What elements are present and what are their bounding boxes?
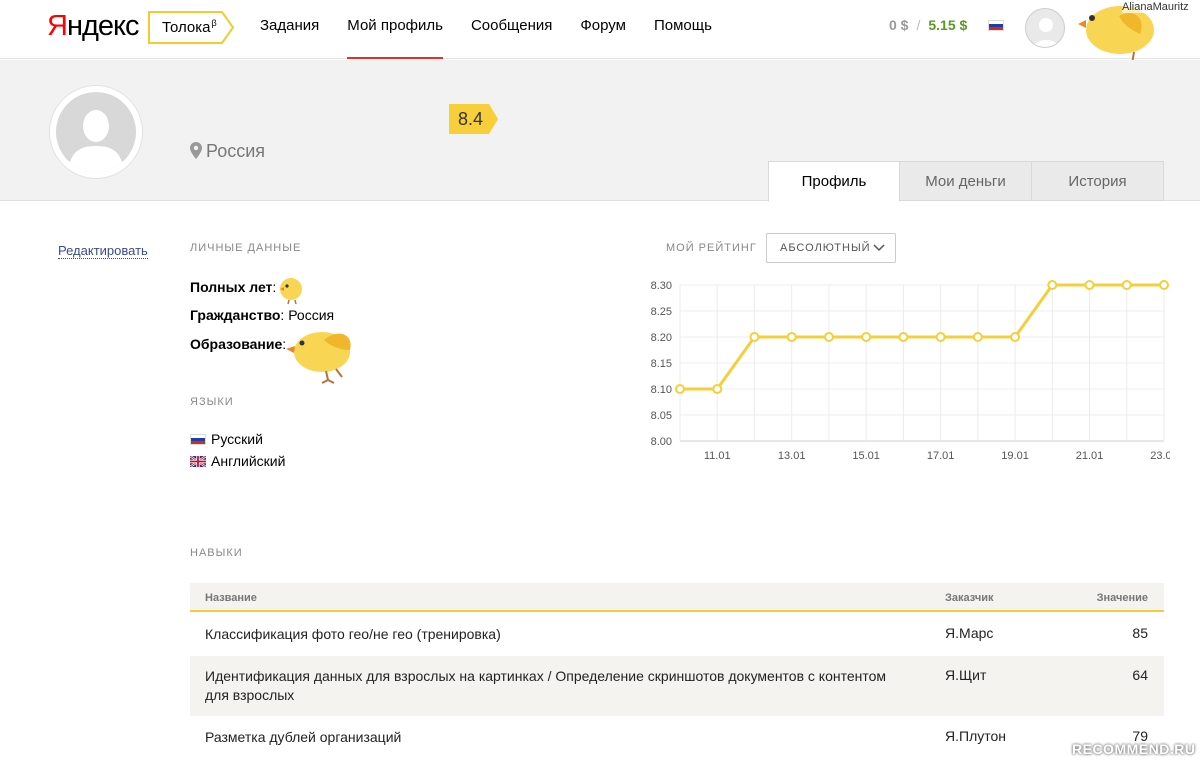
rating-point <box>935 332 946 342</box>
y-tick-label: 8.15 <box>651 358 672 370</box>
skill-name: Идентификация данных для взрослых на кар… <box>205 668 887 703</box>
page: Яндекс Толокаβ Задания Мой профиль Сообщ… <box>0 0 1200 769</box>
table-row: Классификация фото гео/не гео (тренировк… <box>190 612 1164 656</box>
nav-messages[interactable]: Сообщения <box>471 0 552 59</box>
rating-type-select[interactable]: АБСОЛЮТНЫЙ <box>766 233 896 263</box>
rating-value: 8.4 <box>458 109 484 129</box>
balance-blocked: 0 $ <box>889 17 909 33</box>
balance-available: 5.15 $ <box>928 17 968 33</box>
y-tick-label: 8.10 <box>651 384 672 396</box>
education-field: Образование: <box>190 336 287 352</box>
profile-location: Россия <box>190 141 265 162</box>
y-tick-label: 8.05 <box>651 410 672 422</box>
column-header-customer[interactable]: Заказчик <box>945 592 993 604</box>
rating-point <box>823 332 834 342</box>
tab-my-money[interactable]: Мои деньги <box>900 161 1032 201</box>
table-row: Идентификация данных для взрослых на кар… <box>190 656 1164 716</box>
beta-mark: β <box>211 18 217 28</box>
skill-name: Разметка дублей организаций <box>205 729 402 745</box>
avatar-placeholder <box>56 92 136 172</box>
rating-point <box>749 332 760 342</box>
profile-avatar <box>49 85 143 179</box>
rating-point <box>712 384 723 394</box>
nav-help[interactable]: Помощь <box>654 0 712 59</box>
rating-point <box>972 332 983 342</box>
tab-history[interactable]: История <box>1032 161 1164 201</box>
my-rating-label: МОЙ РЕЙТИНГ <box>666 242 757 254</box>
rating-type-value: АБСОЛЮТНЫЙ <box>780 242 871 254</box>
russian-flag-icon <box>190 434 206 445</box>
rating-point <box>1047 280 1058 290</box>
rating-point <box>861 332 872 342</box>
top-bar: Яндекс Толокаβ Задания Мой профиль Сообщ… <box>0 0 1200 69</box>
rating-point <box>1159 280 1169 290</box>
username[interactable]: AlianaMauritz <box>1122 1 1189 13</box>
rating-point <box>1010 332 1021 342</box>
person-silhouette-icon <box>1032 18 1060 47</box>
rating-point <box>1121 280 1132 290</box>
column-header-name[interactable]: Название <box>205 592 257 604</box>
rating-point <box>675 384 685 394</box>
uk-flag-icon <box>190 456 206 467</box>
y-tick-label: 8.00 <box>651 436 672 448</box>
skills-table: Название Заказчик Значение Классификация… <box>190 583 1164 760</box>
table-row: Разметка дублей организаций Я.Плутон 79 <box>190 716 1164 760</box>
chick-icon <box>280 278 302 305</box>
chevron-down-icon <box>873 244 885 252</box>
watermark: RECOMMEND.RU <box>1072 741 1196 757</box>
skill-name: Классификация фото гео/не гео (тренировк… <box>205 626 501 642</box>
toloka-service-link[interactable]: Толокаβ <box>148 11 234 44</box>
nav-my-profile[interactable]: Мой профиль <box>347 0 443 59</box>
y-tick-label: 8.20 <box>651 332 672 344</box>
x-tick-label: 17.01 <box>927 450 955 462</box>
languages-heading: ЯЗЫКИ <box>190 396 234 408</box>
yandex-logo[interactable]: Яндекс <box>47 10 140 43</box>
citizenship-value: Россия <box>288 307 335 323</box>
rating-chart: 8.00 8.05 8.10 8.15 8.20 8.25 8.30 11.01 13.01 15… <box>651 280 1170 462</box>
location-pin-icon <box>190 142 202 159</box>
language-item: Русский <box>190 431 263 447</box>
chick-sticker-icon <box>286 332 351 384</box>
y-tick-label: 8.30 <box>651 280 672 292</box>
profile-tabs: Профиль Мои деньги История <box>768 161 1164 202</box>
tab-profile[interactable]: Профиль <box>768 161 900 202</box>
age-field: Полных лет: <box>190 279 277 295</box>
russian-flag-icon[interactable] <box>988 20 1004 31</box>
x-tick-label: 13.01 <box>778 450 806 462</box>
skill-value: 85 <box>1132 625 1148 641</box>
column-header-value[interactable]: Значение <box>1097 592 1148 604</box>
service-name: Толокаβ <box>162 18 217 36</box>
table-header: Название Заказчик Значение <box>190 583 1164 612</box>
skill-customer: Я.Плутон <box>945 728 1007 744</box>
nav-tasks[interactable]: Задания <box>260 0 319 59</box>
skill-customer: Я.Щит <box>945 667 987 683</box>
rating-point <box>1084 280 1095 290</box>
edit-profile-link[interactable]: Редактировать <box>58 243 148 259</box>
x-tick-label: 15.01 <box>852 450 880 462</box>
user-avatar[interactable] <box>1025 8 1065 48</box>
balance[interactable]: 0 $ / 5.15 $ <box>889 17 967 33</box>
skill-customer: Я.Марс <box>945 625 994 641</box>
language-item: Английский <box>190 453 285 469</box>
balance-separator: / <box>916 17 921 33</box>
x-tick-label: 19.01 <box>1001 450 1029 462</box>
person-silhouette-icon <box>68 110 124 172</box>
x-tick-label: 11.01 <box>704 450 731 462</box>
citizenship-field: Гражданство: Россия <box>190 307 335 323</box>
main-nav: Задания Мой профиль Сообщения Форум Помо… <box>260 0 740 59</box>
personal-data-heading: ЛИЧНЫЕ ДАННЫЕ <box>190 242 302 254</box>
x-tick-label: 21.01 <box>1076 450 1104 462</box>
skill-value: 64 <box>1132 667 1148 683</box>
rating-point <box>898 332 909 342</box>
x-tick-label: 23.01 <box>1150 450 1170 462</box>
skills-heading: НАВЫКИ <box>190 547 243 559</box>
rating-point <box>786 332 797 342</box>
nav-forum[interactable]: Форум <box>580 0 626 59</box>
y-tick-label: 8.25 <box>651 306 672 318</box>
